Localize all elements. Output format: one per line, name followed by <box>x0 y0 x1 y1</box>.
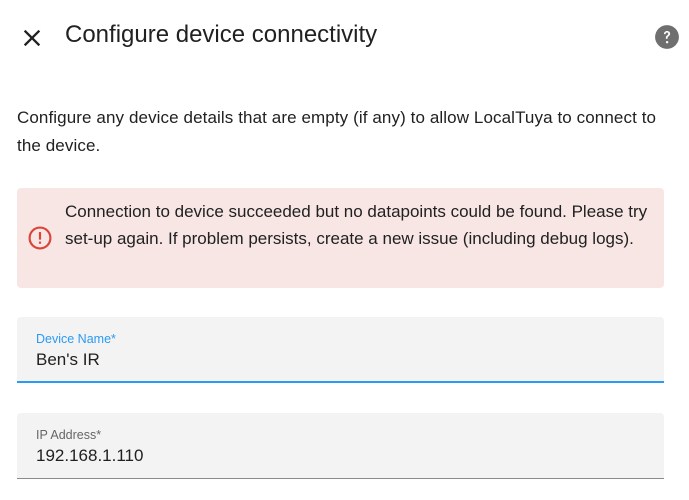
device-name-field[interactable]: Device Name* Ben's IR <box>17 317 664 383</box>
device-name-label: Device Name* <box>36 332 116 346</box>
alert-circle-icon <box>28 226 52 250</box>
ip-address-label: IP Address* <box>36 428 102 442</box>
close-icon <box>23 29 41 47</box>
close-button[interactable] <box>18 24 46 52</box>
error-alert: Connection to device succeeded but no da… <box>17 188 664 288</box>
configure-dialog: Configure device connectivity Configure … <box>0 0 689 500</box>
description-text: Configure any device details that are em… <box>17 108 657 155</box>
alert-message: Connection to device succeeded but no da… <box>65 202 648 248</box>
ip-address-input[interactable]: 192.168.1.110 <box>36 446 636 466</box>
ip-address-field[interactable]: IP Address* 192.168.1.110 <box>17 413 664 479</box>
dialog-title: Configure device connectivity <box>65 21 378 48</box>
help-circle-icon <box>655 25 679 49</box>
device-name-input[interactable]: Ben's IR <box>36 350 636 370</box>
help-button[interactable] <box>654 24 680 50</box>
